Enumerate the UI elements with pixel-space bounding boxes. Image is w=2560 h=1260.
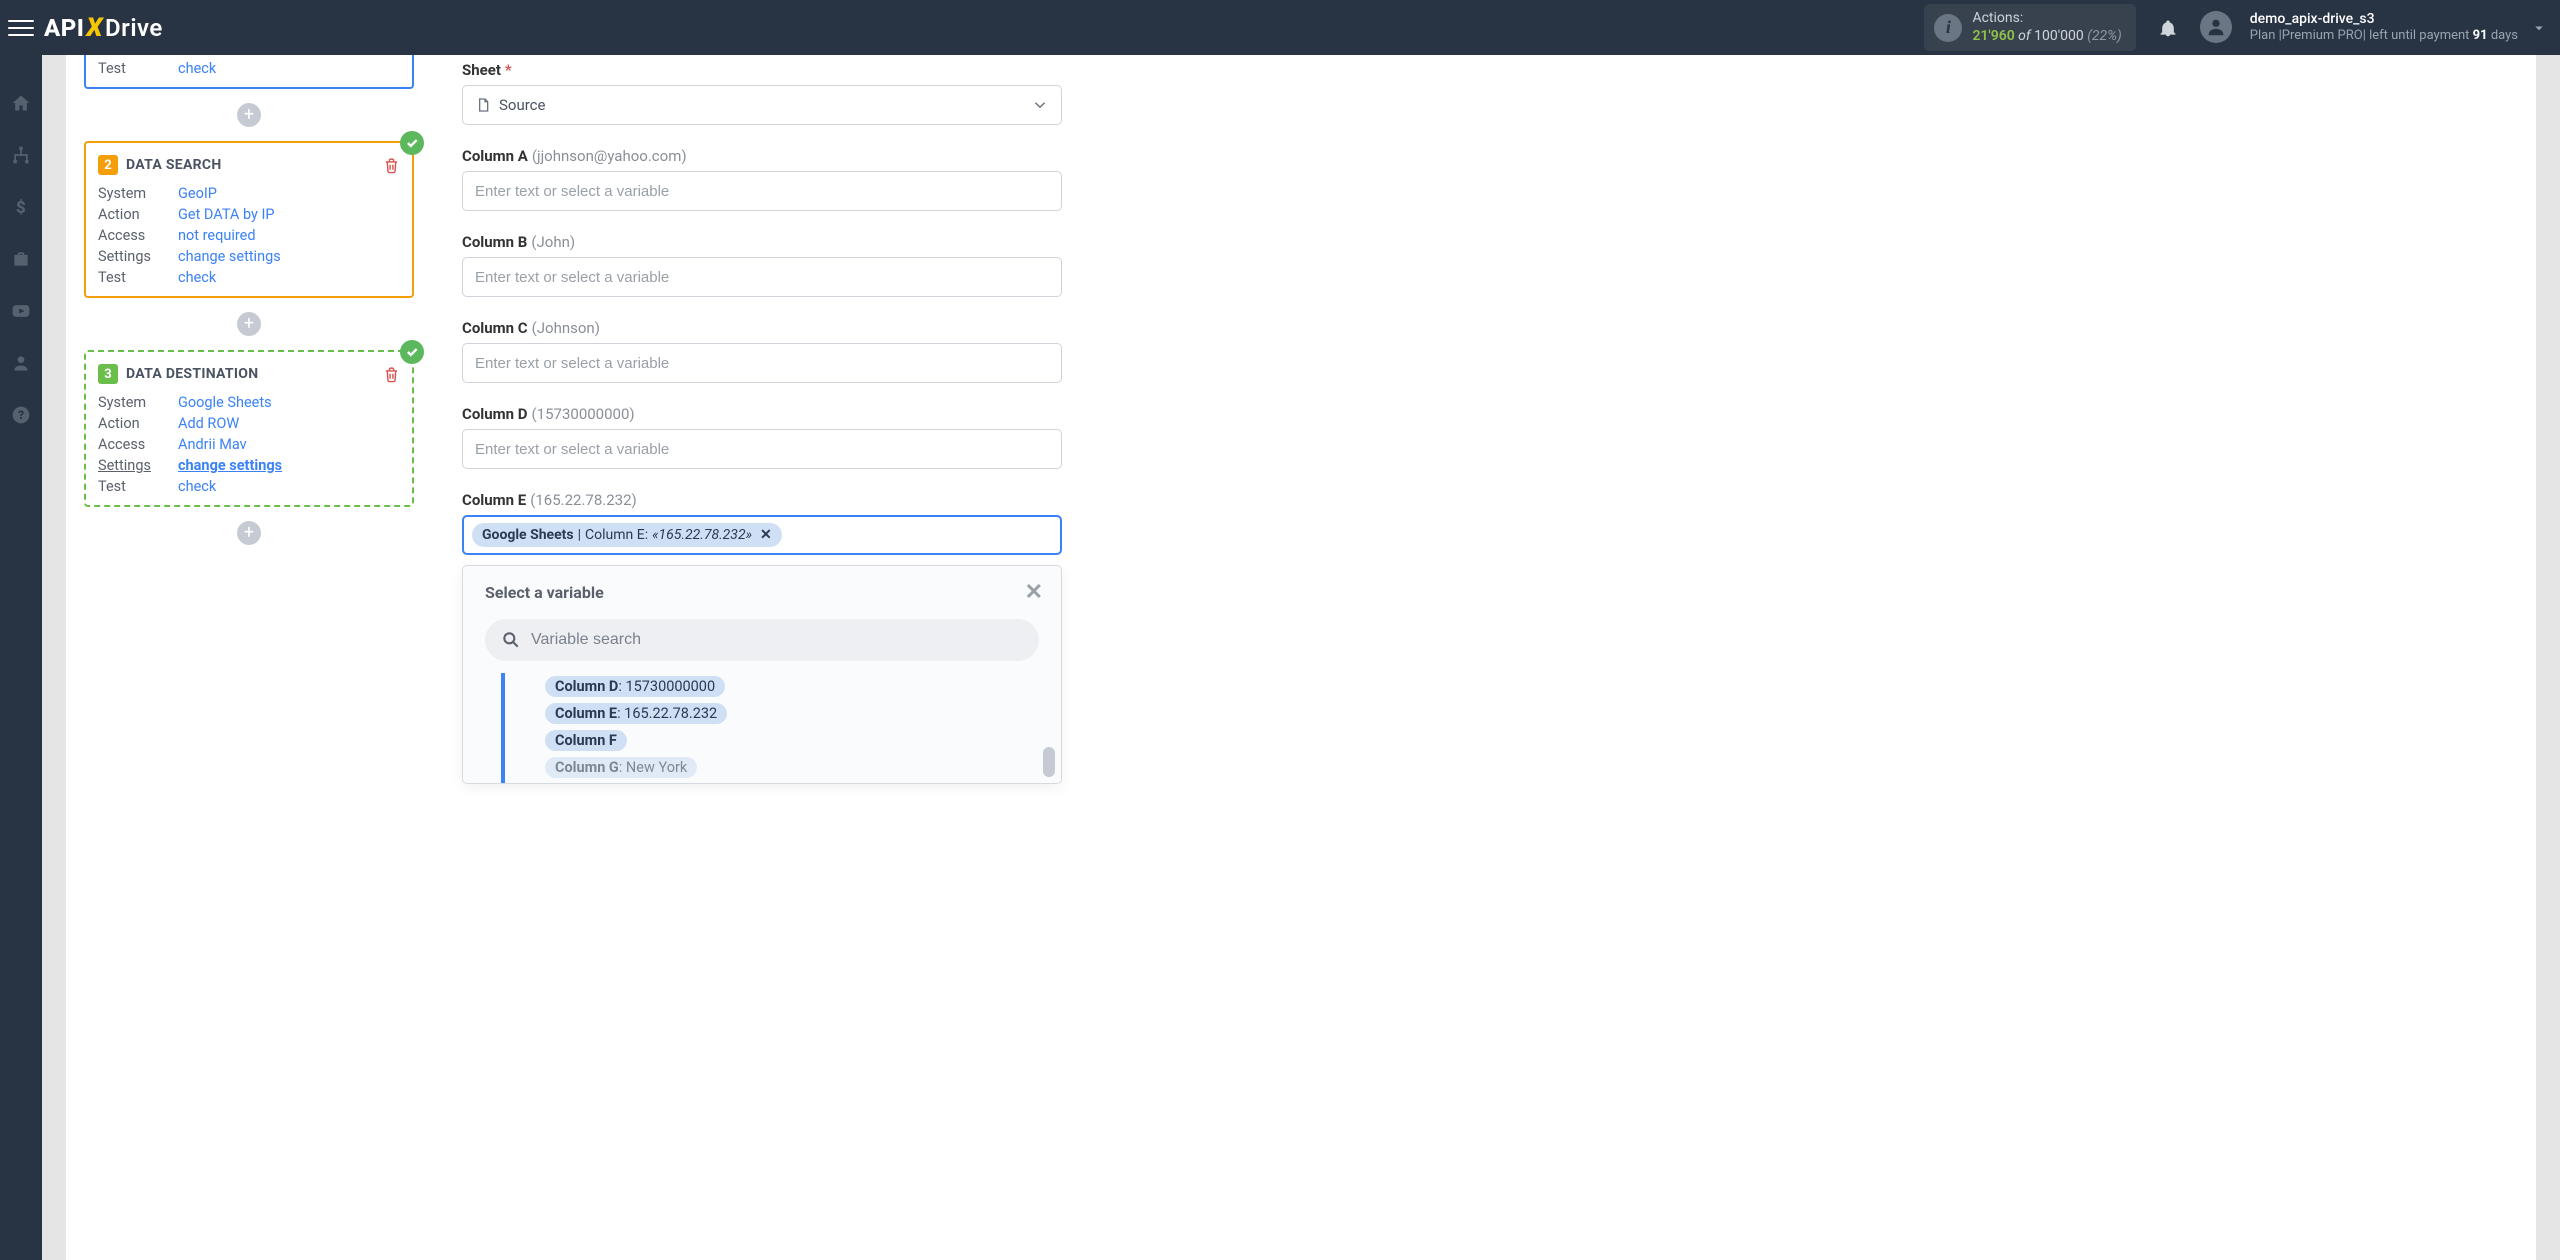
info-icon: i: [1934, 14, 1962, 42]
step-title: DATA DESTINATION: [126, 366, 258, 382]
sheet-label: Sheet*: [462, 61, 2506, 79]
step-test-link[interactable]: check: [178, 478, 216, 495]
column-e-input[interactable]: Google Sheets | Column E: «165.22.78.232…: [462, 515, 1062, 555]
step-system-link[interactable]: Google Sheets: [178, 394, 272, 411]
home-icon[interactable]: [9, 91, 33, 115]
column-d-label: Column D (15730000000): [462, 405, 2506, 423]
user-plan: Plan |Premium PRO| left until payment 91…: [2250, 28, 2518, 44]
actions-label: Actions:: [1972, 10, 2121, 28]
step-card-data-destination[interactable]: 3 DATA DESTINATION SystemGoogle Sheets A…: [84, 350, 414, 507]
actions-counter[interactable]: i Actions: 21'960 of 100'000 (22%): [1924, 4, 2135, 51]
dropdown-scrollbar[interactable]: [1043, 626, 1055, 777]
page: Test check + 2 DATA SEARCH SystemGeoIP A…: [42, 55, 2560, 1260]
variable-chip[interactable]: Google Sheets | Column E: «165.22.78.232…: [472, 523, 782, 547]
actions-count: 21'960: [1972, 28, 2014, 44]
logo-x-icon: X: [86, 13, 103, 43]
column-c-input[interactable]: [462, 343, 1062, 383]
user-avatar-icon: [2200, 11, 2232, 43]
column-e-label: Column E (165.22.78.232): [462, 491, 2506, 509]
variable-item[interactable]: Column F: [545, 730, 627, 751]
step-settings-link[interactable]: change settings: [178, 248, 281, 265]
notifications-bell-icon[interactable]: [2154, 14, 2182, 42]
logo-drive: Drive: [105, 14, 163, 42]
svg-text:$: $: [16, 199, 26, 217]
youtube-icon[interactable]: [9, 299, 33, 323]
step-card-data-search[interactable]: 2 DATA SEARCH SystemGeoIP ActionGet DATA…: [84, 141, 414, 298]
add-step-button[interactable]: +: [237, 521, 261, 545]
variable-search[interactable]: [485, 619, 1039, 661]
delete-step-icon[interactable]: [383, 366, 400, 383]
column-d-input[interactable]: [462, 429, 1062, 469]
content: Test check + 2 DATA SEARCH SystemGeoIP A…: [66, 55, 2536, 1260]
account-icon[interactable]: [9, 351, 33, 375]
step-access-link[interactable]: Andrii Mav: [178, 436, 247, 453]
document-icon: [475, 97, 491, 113]
briefcase-icon[interactable]: [9, 247, 33, 271]
variable-item[interactable]: Column D: 15730000000: [545, 676, 725, 697]
step-settings-link[interactable]: change settings: [178, 457, 282, 474]
sheet-select[interactable]: Source: [462, 85, 1062, 125]
steps-column: Test check + 2 DATA SEARCH SystemGeoIP A…: [66, 55, 432, 1260]
step-row-key: Test: [98, 60, 178, 77]
billing-dollar-icon[interactable]: $: [9, 195, 33, 219]
sidebar: $ ?: [0, 55, 42, 1260]
connections-icon[interactable]: [9, 143, 33, 167]
variable-search-input[interactable]: [531, 631, 1023, 649]
step-action-link[interactable]: Get DATA by IP: [178, 206, 275, 223]
step-action-link[interactable]: Add ROW: [178, 415, 239, 432]
add-step-button[interactable]: +: [237, 103, 261, 127]
user-name: demo_apix-drive_s3: [2250, 11, 2518, 28]
step-complete-check-icon: [400, 340, 424, 364]
step-test-link[interactable]: check: [178, 269, 216, 286]
user-menu[interactable]: demo_apix-drive_s3 Plan |Premium PRO| le…: [2200, 11, 2518, 43]
logo[interactable]: API X Drive: [44, 13, 163, 43]
sheet-value: Source: [499, 96, 545, 114]
step-card-source-partial: Test check: [84, 55, 414, 89]
variable-item[interactable]: Column G: New York: [545, 757, 697, 778]
chevron-down-icon: [1031, 96, 1049, 114]
actions-total: 100'000: [2034, 28, 2084, 44]
variable-dropdown: Select a variable ✕ Column D: 1573000000…: [462, 565, 1062, 784]
menu-hamburger-icon[interactable]: [8, 15, 34, 41]
search-icon: [501, 630, 521, 650]
variable-item[interactable]: Column E: 165.22.78.232: [545, 703, 727, 724]
help-icon[interactable]: ?: [9, 403, 33, 427]
column-b-label: Column B (John): [462, 233, 2506, 251]
topbar: API X Drive i Actions: 21'960 of 100'000…: [0, 0, 2560, 55]
chip-remove-icon[interactable]: ✕: [760, 527, 772, 543]
dropdown-title: Select a variable: [485, 583, 604, 602]
step-test-link[interactable]: check: [178, 60, 216, 77]
step-access-link[interactable]: not required: [178, 227, 256, 244]
actions-pct: (22%): [2084, 28, 2122, 44]
column-b-input[interactable]: [462, 257, 1062, 297]
logo-api: API: [44, 14, 84, 42]
step-system-link[interactable]: GeoIP: [178, 185, 217, 202]
delete-step-icon[interactable]: [383, 157, 400, 174]
dropdown-close-icon[interactable]: ✕: [1025, 580, 1043, 605]
step-title: DATA SEARCH: [126, 157, 222, 173]
svg-text:?: ?: [18, 408, 24, 422]
step-number-badge: 3: [98, 364, 118, 384]
user-menu-chevron-icon[interactable]: [2530, 19, 2548, 37]
add-step-button[interactable]: +: [237, 312, 261, 336]
column-a-input[interactable]: [462, 171, 1062, 211]
column-c-label: Column C (Johnson): [462, 319, 2506, 337]
column-a-label: Column A (jjohnson@yahoo.com): [462, 147, 2506, 165]
step-complete-check-icon: [400, 131, 424, 155]
step-number-badge: 2: [98, 155, 118, 175]
variable-list: Column D: 15730000000 Column E: 165.22.7…: [501, 673, 1061, 783]
actions-text: Actions: 21'960 of 100'000 (22%): [1972, 10, 2121, 45]
settings-form: Sheet* Source Column A (jjohnson@yahoo.c…: [432, 55, 2536, 1260]
